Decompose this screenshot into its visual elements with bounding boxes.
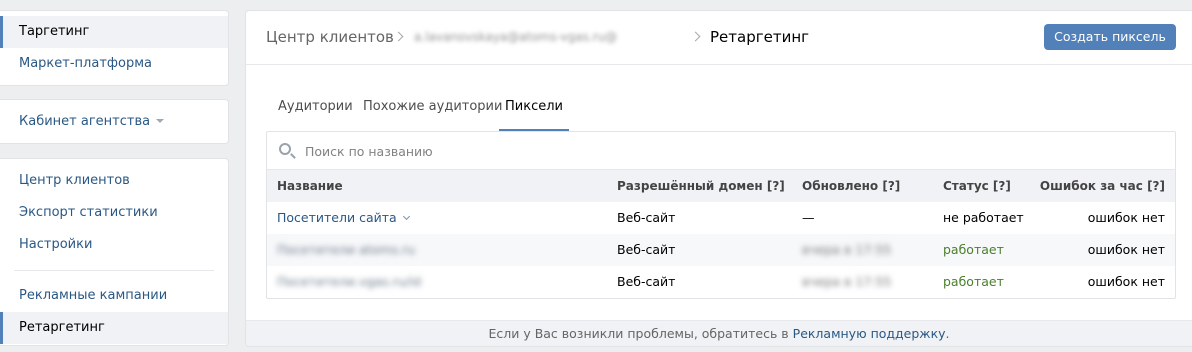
col-status[interactable]: Статус [?] <box>943 170 1011 202</box>
search-bar <box>267 132 1175 170</box>
agency-cabinet-label: Кабинет агентства <box>19 114 151 129</box>
search-input[interactable] <box>305 141 705 161</box>
col-domain[interactable]: Разрешённый домен [?] <box>617 170 785 202</box>
pixel-name: Посетители сайта <box>277 210 397 225</box>
pixel-name-link[interactable]: Посетители atoms.ru <box>277 234 415 266</box>
sidebar-block-clients: Центр клиентов Экспорт статистики Настро… <box>0 158 229 346</box>
sidebar-item-export-stats[interactable]: Экспорт статистики <box>0 197 228 229</box>
pixel-domain: Веб-сайт <box>617 210 676 225</box>
pixel-errors: ошибок нет <box>1087 210 1165 225</box>
sidebar-item-settings[interactable]: Настройки <box>0 229 228 261</box>
sidebar-item-market-platform[interactable]: Маркет-платформа <box>0 48 228 80</box>
footer-help: Если у Вас возникли проблемы, обратитесь… <box>246 320 1192 346</box>
pixel-domain: Веб-сайт <box>617 242 676 257</box>
pixel-name-link[interactable]: Посетители сайта <box>277 202 410 234</box>
pixel-updated: вчера в 17:55 <box>802 242 892 257</box>
col-name[interactable]: Название <box>277 170 343 202</box>
sidebar-item-client-center[interactable]: Центр клиентов <box>0 165 228 197</box>
sidebar-item-agency-cabinet[interactable]: Кабинет агентства <box>0 106 228 138</box>
support-link[interactable]: Рекламную поддержку <box>793 326 946 341</box>
tab-audiences[interactable]: Аудитории <box>278 97 353 131</box>
chevron-down-icon <box>156 118 165 123</box>
pixel-status: работает <box>943 274 1004 289</box>
pixel-domain: Веб-сайт <box>617 274 676 289</box>
tab-pixels[interactable]: Пиксели <box>499 97 569 131</box>
pixel-updated: — <box>802 210 815 225</box>
col-updated[interactable]: Обновлено [?] <box>802 170 900 202</box>
sidebar-item-retargeting[interactable]: Ретаргетинг <box>0 312 228 344</box>
table-row: Посетители atoms.ru Веб-сайт вчера в 17:… <box>267 234 1175 266</box>
pixel-status: не работает <box>943 210 1024 225</box>
table-header: Название Разрешённый домен [?] Обновлено… <box>267 170 1175 202</box>
pixel-name-link[interactable]: Посетители.vgas.ru/id <box>277 266 421 298</box>
sidebar-divider <box>14 270 214 271</box>
main-panel: Центр клиентов a.lavanovskaya@atoms-vgas… <box>245 10 1192 347</box>
breadcrumb: Центр клиентов a.lavanovskaya@atoms-vgas… <box>246 11 1192 65</box>
breadcrumb-client-redacted[interactable]: a.lavanovskaya@atoms-vgas.ru@ <box>414 28 617 46</box>
tab-lookalike-audiences[interactable]: Похожие аудитории <box>363 97 502 131</box>
footer-text: Если у Вас возникли проблемы, обратитесь… <box>488 326 789 341</box>
chevron-down-icon <box>402 212 410 221</box>
pixel-status: работает <box>943 242 1004 257</box>
table-row: Посетители сайта Веб-сайт — не работает … <box>267 202 1175 234</box>
breadcrumb-client-center[interactable]: Центр клиентов <box>266 28 394 46</box>
create-pixel-button[interactable]: Создать пиксель <box>1044 24 1176 50</box>
col-errors[interactable]: Ошибок за час [?] <box>1040 170 1165 202</box>
chevron-right-icon <box>393 31 404 42</box>
pixel-updated: вчера в 17:55 <box>802 274 892 289</box>
breadcrumb-retargeting: Ретаргетинг <box>710 28 810 46</box>
pixels-table: Название Разрешённый домен [?] Обновлено… <box>266 131 1176 299</box>
table-row: Посетители.vgas.ru/id Веб-сайт вчера в 1… <box>267 266 1175 298</box>
sidebar-block-agency: Кабинет агентства <box>0 99 229 144</box>
sidebar-item-campaigns[interactable]: Рекламные кампании <box>0 280 228 312</box>
pixel-errors: ошибок нет <box>1087 242 1165 257</box>
pixel-errors: ошибок нет <box>1087 274 1165 289</box>
chevron-right-icon <box>690 31 701 42</box>
sidebar-block-main: Таргетинг Маркет-платформа <box>0 10 229 86</box>
search-icon <box>279 143 291 155</box>
sidebar-item-targeting[interactable]: Таргетинг <box>0 16 228 48</box>
footer-end: . <box>945 326 950 341</box>
